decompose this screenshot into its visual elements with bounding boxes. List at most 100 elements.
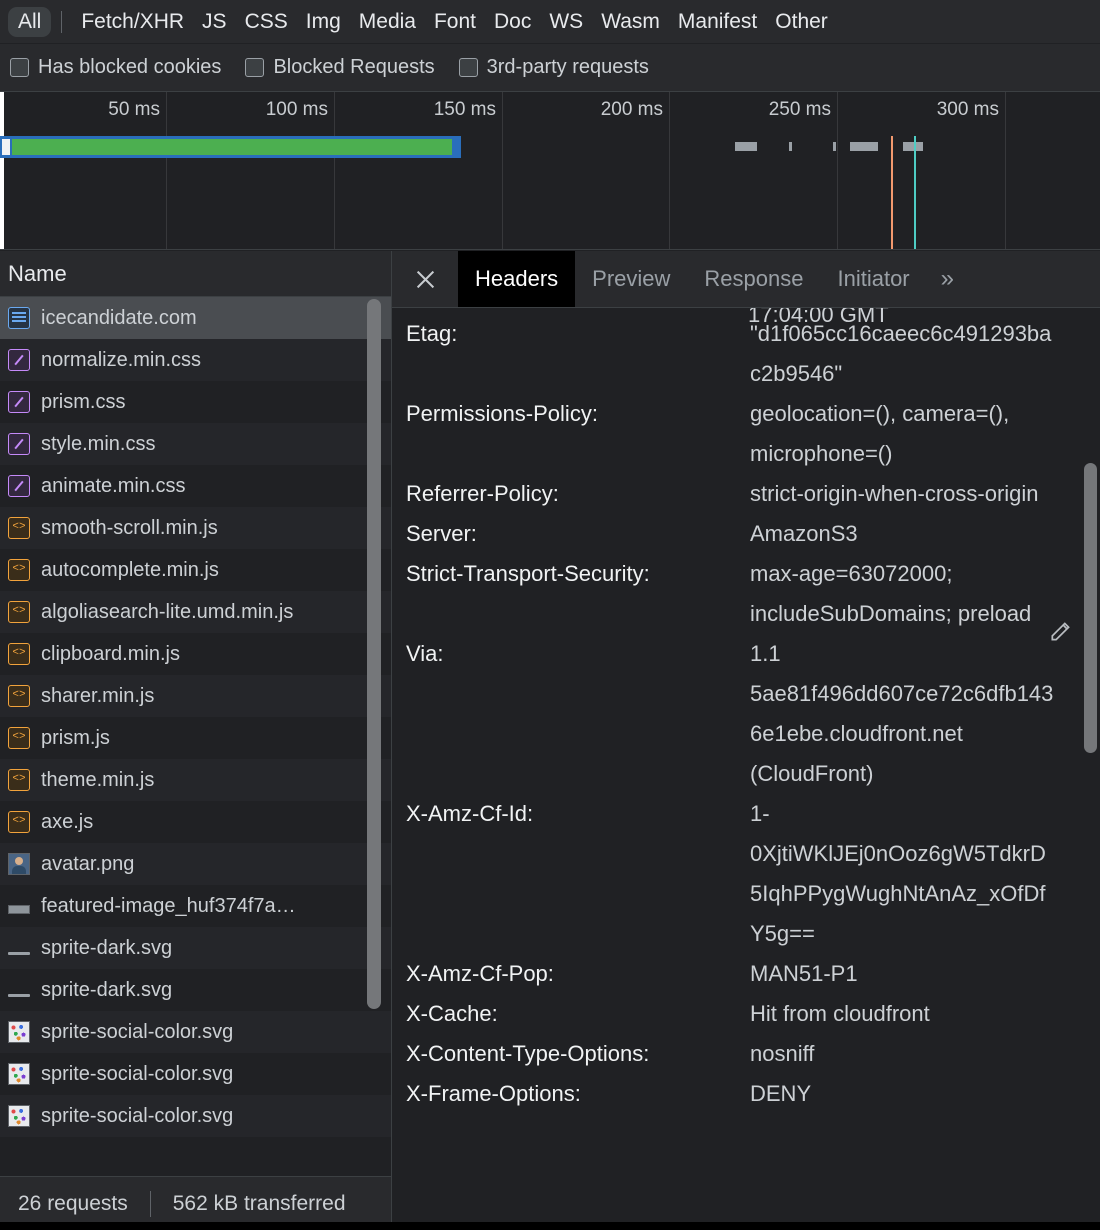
filter-type-ws[interactable]: WS [540,7,592,37]
header-value[interactable]: AmazonS3 [750,514,1100,554]
script-icon: <> [8,727,30,749]
request-row[interactable]: <> axe.js [0,801,391,843]
request-list-scrollbar[interactable] [367,299,381,1160]
header-row: Etag: "d1f065cc16caeec6c491293bac2b9546" [392,314,1100,394]
filter-type-other[interactable]: Other [766,7,837,37]
request-row[interactable]: sprite-social-color.svg [0,1011,391,1053]
tab-initiator[interactable]: Initiator [820,251,926,307]
request-list-column-header[interactable]: Name [0,251,391,297]
filter-type-doc[interactable]: Doc [485,7,540,37]
header-row: X-Content-Type-Options: nosniff [392,1034,1100,1074]
request-row[interactable]: style.min.css [0,423,391,465]
request-count-label: 26 requests [18,1191,128,1215]
request-name: algoliasearch-lite.umd.min.js [41,600,294,623]
svg-color-icon [8,1021,30,1043]
filter-type-css[interactable]: CSS [236,7,297,37]
chevron-double-right-icon[interactable]: » [927,251,968,307]
waterfall-bar-small [735,142,757,151]
request-row[interactable]: sprite-dark.svg [0,927,391,969]
filter-type-font[interactable]: Font [425,7,485,37]
script-icon: <> [8,559,30,581]
filter-type-img[interactable]: Img [297,7,350,37]
stylesheet-icon [8,349,30,371]
timeline-tick-line [502,92,503,249]
network-timeline-overview[interactable]: 50 ms 100 ms 150 ms 200 ms 250 ms 300 ms [0,92,1100,250]
filter-type-media[interactable]: Media [350,7,425,37]
header-value[interactable]: DENY [750,1074,1100,1114]
filter-type-wasm[interactable]: Wasm [592,7,669,37]
header-value[interactable]: "d1f065cc16caeec6c491293bac2b9546" [750,314,1100,394]
header-value[interactable]: 1.1 5ae81f496dd607ce72c6dfb1436e1ebe.clo… [750,634,1100,794]
request-row[interactable]: <> theme.min.js [0,759,391,801]
tab-response[interactable]: Response [687,251,820,307]
header-value[interactable]: 1-0XjtiWKlJEj0nOoz6gW5TdkrD5IqhPPygWughN… [750,794,1100,954]
scrollbar-thumb[interactable] [1084,463,1097,753]
request-row[interactable]: <> clipboard.min.js [0,633,391,675]
timeline-tick-line [166,92,167,249]
filter-type-fetch-xhr[interactable]: Fetch/XHR [72,7,193,37]
request-name: smooth-scroll.min.js [41,516,218,539]
response-headers-list: 17:04:00 GMT Etag: "d1f065cc16caeec6c4912… [392,308,1100,1230]
request-row[interactable]: normalize.min.css [0,339,391,381]
header-name: Etag: [406,321,458,346]
header-value[interactable]: Hit from cloudfront [750,994,1100,1034]
request-row[interactable]: prism.css [0,381,391,423]
request-name: sprite-dark.svg [41,936,173,959]
request-filter-checkbox-bar: Has blocked cookies Blocked Requests 3rd… [0,44,1100,92]
timeline-tick-label: 50 ms [108,99,160,120]
script-icon: <> [8,769,30,791]
headers-container: Etag: "d1f065cc16caeec6c491293bac2b9546" P… [392,314,1100,1114]
has-blocked-cookies-checkbox[interactable]: Has blocked cookies [10,56,221,79]
request-row[interactable]: <> prism.js [0,717,391,759]
headers-scrollbar[interactable] [1084,308,1097,1230]
tab-preview[interactable]: Preview [575,251,687,307]
filter-type-all[interactable]: All [8,6,52,37]
request-row[interactable]: icecandidate.com [0,297,391,339]
request-row[interactable]: sprite-social-color.svg [0,1095,391,1137]
script-icon: <> [8,643,30,665]
request-name: prism.css [41,390,126,413]
stylesheet-icon [8,391,30,413]
header-row: Permissions-Policy: geolocation=(), camer… [392,394,1100,474]
request-row[interactable]: <> smooth-scroll.min.js [0,507,391,549]
header-value[interactable]: MAN51-P1 [750,954,1100,994]
pencil-icon[interactable] [1048,618,1074,649]
header-value[interactable]: geolocation=(), camera=(), microphone=() [750,394,1100,474]
request-row[interactable]: animate.min.css [0,465,391,507]
request-row[interactable]: avatar.png [0,843,391,885]
header-row: Strict-Transport-Security: max-age=630720… [392,554,1100,634]
request-row[interactable]: <> algoliasearch-lite.umd.min.js [0,591,391,633]
blocked-requests-checkbox[interactable]: Blocked Requests [245,56,435,79]
request-name: sprite-social-color.svg [41,1104,234,1127]
filter-separator [61,10,63,33]
timeline-tick-line [669,92,670,249]
close-icon[interactable] [392,251,458,307]
header-value[interactable]: nosniff [750,1034,1100,1074]
scrollbar-thumb[interactable] [367,299,381,1009]
request-row[interactable]: sprite-dark.svg [0,969,391,1011]
request-row[interactable]: <> autocomplete.min.js [0,549,391,591]
checkbox-box [10,58,29,77]
request-name: animate.min.css [41,474,186,497]
header-name: X-Frame-Options: [406,1081,581,1106]
header-name: Strict-Transport-Security: [406,561,650,586]
checkbox-label: 3rd-party requests [486,56,649,78]
third-party-requests-checkbox[interactable]: 3rd-party requests [458,56,649,79]
request-detail-panel: Headers Preview Response Initiator » 17:… [392,251,1100,1230]
waterfall-bar-loading [12,139,452,155]
filter-type-manifest[interactable]: Manifest [669,7,766,37]
image-banner-icon [8,904,30,914]
request-name: style.min.css [41,432,156,455]
request-row[interactable]: sprite-social-color.svg [0,1053,391,1095]
request-row[interactable]: featured-image_huf374f7a… [0,885,391,927]
request-name: icecandidate.com [41,306,197,329]
request-row[interactable]: <> sharer.min.js [0,675,391,717]
header-value[interactable]: strict-origin-when-cross-origin [750,474,1100,514]
filter-type-js[interactable]: JS [193,7,236,37]
request-name: prism.js [41,726,110,749]
tab-headers[interactable]: Headers [458,251,576,307]
timeline-tick-line [1005,92,1006,249]
script-icon: <> [8,517,30,539]
request-name: axe.js [41,810,94,833]
header-row: Referrer-Policy: strict-origin-when-cross… [392,474,1100,514]
